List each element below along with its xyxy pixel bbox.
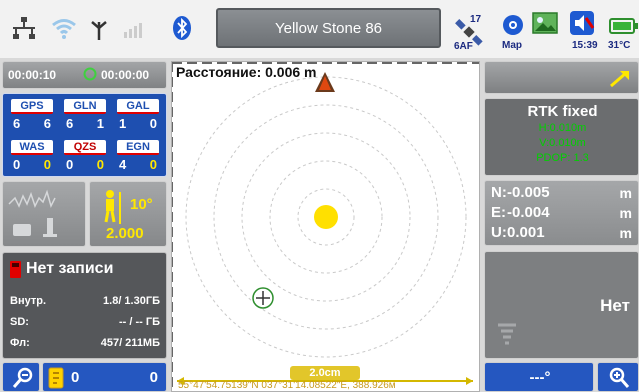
timer-panel[interactable]: 00:00:10 00:00:00: [2, 61, 167, 89]
job-title[interactable]: Yellow Stone 86: [216, 8, 441, 48]
constellation-qzs[interactable]: QZS 0 0: [60, 137, 110, 177]
signal-waveform-icon: [8, 189, 57, 237]
constellation-label: WAS: [11, 140, 53, 155]
remaining-time: 00:00:00: [101, 68, 150, 82]
constellation-panel[interactable]: GPS 6 6 GLN 6 1 GAL 1 0 WAS 0 0 QZS 0 0 EGN 4 0: [2, 93, 167, 177]
constellation-extra: 0: [149, 116, 157, 131]
satellite-count: 17: [470, 14, 482, 25]
status-bar: Yellow Stone 86 17 6AF Map 15:39 31°C: [0, 0, 639, 58]
bluetooth-icon: [170, 14, 194, 42]
signal-panel[interactable]: [2, 181, 86, 247]
constellation-label: GPS: [11, 99, 53, 114]
constellation-extra: 0: [43, 157, 51, 172]
north-unit: m: [619, 185, 632, 201]
constellation-used: 4: [119, 157, 127, 172]
east-unit: m: [619, 205, 632, 221]
network-icon: [10, 14, 38, 42]
constellation-extra: 6: [43, 116, 51, 131]
internal-value: 1.8/ 1.30ГБ: [103, 295, 160, 307]
up-value: 0.001: [507, 224, 545, 241]
rtk-horizontal: H:0.010m: [538, 122, 587, 134]
constellation-used: 6: [13, 116, 21, 131]
constellation-gps[interactable]: GPS 6 6: [7, 96, 57, 136]
rtk-vertical: V:0.010m: [539, 137, 586, 149]
current-position-icon: [251, 286, 275, 315]
flash-label: Фл:: [10, 337, 30, 349]
zoom-out-button[interactable]: [2, 362, 40, 392]
north-value: -0.005: [507, 184, 550, 201]
tilt-panel[interactable]: 10° 2.000: [89, 181, 167, 247]
count-a: 0: [71, 369, 80, 386]
distance-label: Расстояние: 0.006 m: [176, 64, 317, 80]
antenna-height: 2.000: [106, 225, 144, 242]
point-panel[interactable]: Нет: [484, 251, 639, 359]
flash-value: 457/ 211МБ: [100, 337, 160, 349]
north-arrow-icon: [314, 70, 336, 99]
east-label: E:: [491, 204, 506, 221]
up-label: U:: [491, 224, 507, 241]
angle-button[interactable]: ---°: [484, 362, 594, 392]
rtk-panel[interactable]: RTK fixed H:0.010m V:0.010m PDOP: 1.3: [484, 98, 639, 176]
antenna-icon: [88, 14, 110, 42]
constellation-used: 1: [119, 116, 127, 131]
constellation-extra: 1: [96, 116, 104, 131]
zoom-in-icon: [608, 367, 630, 392]
sd-label: SD:: [10, 316, 29, 328]
point-count-button[interactable]: 0 0: [42, 362, 167, 392]
count-b: 0: [149, 369, 158, 386]
coordinates: 55°47'54.75139"N 037°31'14.08522"E, 388.…: [178, 380, 396, 391]
record-status: Нет записи: [26, 260, 114, 277]
record-icon: [10, 261, 21, 283]
constellation-label: GAL: [117, 99, 159, 114]
elapsed-time: 00:00:10: [8, 68, 57, 82]
constellation-extra: 0: [96, 157, 104, 172]
scale-label: 2.0cm: [290, 366, 360, 380]
clock: 15:39: [572, 40, 598, 51]
constellation-egn[interactable]: EGN 4 0: [113, 137, 163, 177]
internal-label: Внутр.: [10, 295, 47, 307]
point-label: Нет: [600, 296, 630, 315]
offset-panel[interactable]: N: -0.005 m E: -0.004 m U: 0.001 m: [484, 180, 639, 246]
constellation-was[interactable]: WAS 0 0: [7, 137, 57, 177]
points-icon: [47, 366, 67, 392]
target-point: [313, 204, 339, 235]
direction-arrow-icon: [608, 67, 632, 94]
constellation-label: QZS: [64, 140, 106, 155]
map-label: Map: [502, 40, 522, 51]
timer-progress-icon: [83, 67, 97, 84]
battery-icon: [608, 16, 639, 36]
constellation-gal[interactable]: GAL 1 0: [113, 96, 163, 136]
east-value: -0.004: [507, 204, 550, 221]
constellation-used: 0: [66, 157, 74, 172]
map-icon[interactable]: [500, 10, 526, 40]
surveyor-icon: [104, 190, 121, 224]
up-unit: m: [619, 225, 632, 241]
constellation-extra: 0: [149, 157, 157, 172]
constellation-used: 0: [13, 157, 21, 172]
photo-icon[interactable]: [530, 8, 560, 38]
speaker-icon[interactable]: [567, 8, 597, 38]
angle-value: ---°: [529, 369, 551, 386]
north-label: N:: [491, 184, 507, 201]
stakeout-map[interactable]: Расстояние: 0.006 m 2.0cm 55°47'54.75139…: [171, 61, 480, 392]
navigation-panel[interactable]: [484, 61, 639, 94]
satellite-label: 6AF: [454, 41, 473, 52]
constellation-used: 6: [66, 116, 74, 131]
temperature: 31°C: [608, 40, 631, 51]
tilt-angle: 10°: [130, 196, 153, 213]
job-title-text: Yellow Stone 86: [274, 19, 383, 37]
record-panel[interactable]: Нет записи Внутр. 1.8/ 1.30ГБ SD: -- / -…: [2, 252, 167, 359]
constellation-label: GLN: [64, 99, 106, 114]
zoom-in-button[interactable]: [597, 362, 639, 392]
rtk-status: RTK fixed: [527, 103, 598, 120]
sd-value: -- / -- ГБ: [118, 316, 160, 328]
constellation-label: EGN: [117, 140, 159, 155]
zoom-out-icon: [12, 367, 34, 392]
rtk-pdop: PDOP: 1.3: [536, 152, 589, 164]
cellular-signal-icon: [120, 14, 148, 42]
constellation-gln[interactable]: GLN 6 1: [60, 96, 110, 136]
tornado-icon: [497, 322, 517, 355]
wifi-icon: [50, 14, 78, 42]
